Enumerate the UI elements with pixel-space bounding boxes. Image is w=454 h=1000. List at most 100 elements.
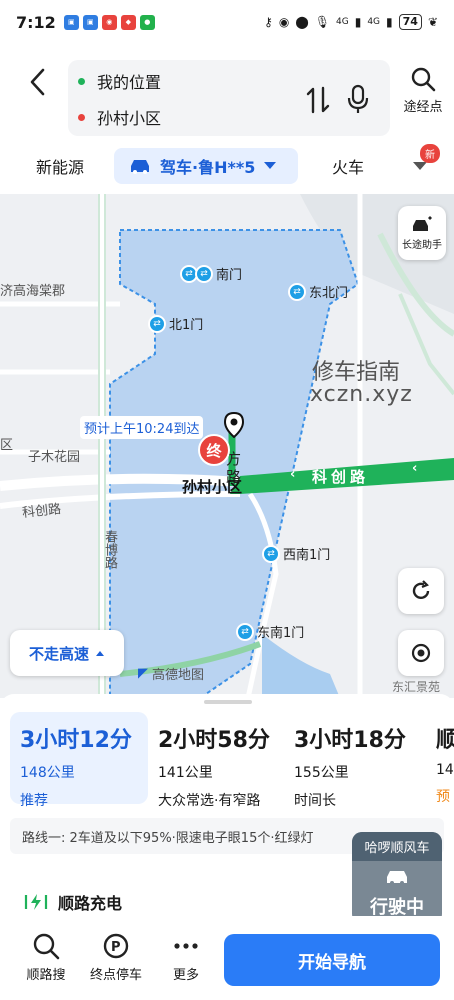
poi-gate[interactable]: ⇄ 东北门 xyxy=(288,282,348,301)
charging-section[interactable]: 顺路充电 xyxy=(24,890,122,914)
status-bar: 7:12 ▣ ▣ ◉ ◆ ● ⚷ ◉ ⬤ 🎙 4G ▮ 4G ▮ 74 ❦ xyxy=(0,0,454,44)
route-distance: 141公里 xyxy=(158,765,213,781)
road-label-kechuang-left: 科创路 xyxy=(21,501,62,521)
route-option[interactable]: 3小时12分 148公里 推荐 xyxy=(10,712,148,809)
poi-gate[interactable]: ⇄ 东南1门 xyxy=(236,622,304,641)
route-option[interactable]: 顺 14 预 xyxy=(426,712,454,804)
origin-dot-icon xyxy=(78,77,85,85)
locate-button[interactable] xyxy=(398,630,444,676)
mic-status-icon: 🎙 xyxy=(314,15,330,29)
parking-icon: P xyxy=(103,933,129,959)
route-box: 我的位置 孙村小区 xyxy=(68,60,390,136)
signal-bars-icon: ▮ xyxy=(354,15,362,29)
route-time: 2小时58分 xyxy=(158,728,270,753)
signal-2-icon: 4G xyxy=(367,17,381,27)
tab-new-energy[interactable]: 新能源 xyxy=(36,148,84,184)
tab-train[interactable]: 火车 xyxy=(332,148,364,184)
charging-icon xyxy=(24,894,48,910)
status-indicators: ⚷ ◉ ⬤ 🎙 4G ▮ 4G ▮ 74 ❦ xyxy=(264,14,438,30)
poi-label: 东南1门 xyxy=(257,626,305,641)
back-arrow-icon xyxy=(30,68,45,96)
route-input-area: 我的位置 孙村小区 途经点 xyxy=(0,52,454,140)
east-area-label: 东汇景苑 xyxy=(392,680,441,694)
transport-mode-bar: 新能源 驾车·鲁H**5 火车 新 xyxy=(0,144,454,186)
no-highway-button[interactable]: 不走高速 xyxy=(10,630,124,676)
battery-indicator: 74 xyxy=(398,14,422,30)
tab-label: 终点停车 xyxy=(89,968,142,983)
destination-parking-button[interactable]: P 终点停车 xyxy=(86,932,146,983)
drag-handle[interactable] xyxy=(204,700,252,704)
route-time: 顺 xyxy=(436,728,454,753)
poi-gate[interactable]: ⇄ 北1门 xyxy=(148,314,203,333)
locate-icon xyxy=(411,643,431,663)
refresh-button[interactable] xyxy=(398,568,444,614)
route-distance: 14 xyxy=(436,762,454,778)
refresh-icon xyxy=(412,580,430,600)
watermark-line2: xczn.xyz xyxy=(310,382,413,407)
route-time: 3小时18分 xyxy=(294,728,406,753)
svg-text:‹: ‹ xyxy=(412,461,417,476)
amap-logo-text: 高德地图 xyxy=(152,668,205,683)
long-trip-helper-button[interactable]: 长途助手 xyxy=(398,206,446,260)
waypoint-button[interactable]: 途经点 xyxy=(398,66,448,115)
swap-button[interactable] xyxy=(306,86,330,114)
more-button[interactable]: 更多 xyxy=(164,932,208,983)
key-icon: ⚷ xyxy=(264,15,273,29)
signal-1-icon: 4G xyxy=(336,17,349,27)
poi-label: 北1门 xyxy=(169,318,204,333)
start-navigation-button[interactable]: 开始导航 xyxy=(224,934,440,986)
signal-bars-icon: ▮ xyxy=(386,15,393,29)
destination-map-label: 孙村小区 xyxy=(182,478,243,496)
svg-text:‹: ‹ xyxy=(290,467,295,482)
app-notification-icon: ◆ xyxy=(120,14,136,30)
car-sparkle-icon xyxy=(413,215,432,231)
drive-tab-label: 驾车·鲁H**5 xyxy=(160,158,256,177)
search-icon xyxy=(33,933,60,960)
location-icon: ⬤ xyxy=(295,15,309,29)
poi-label: 南门 xyxy=(216,268,243,283)
tab-drive[interactable]: 驾车·鲁H**5 xyxy=(114,148,298,184)
new-badge: 新 xyxy=(420,144,440,163)
poi-gate[interactable]: ⇄ ⇄ 南门 xyxy=(180,264,242,283)
route-tag: 推荐 xyxy=(20,793,48,809)
car-icon xyxy=(387,871,407,885)
road-label-chunbo: 春博路 xyxy=(102,530,117,569)
hitch-ride-title: 哈啰顺风车 xyxy=(352,832,442,861)
leaf-icon: ❦ xyxy=(427,15,438,29)
swap-icon xyxy=(306,86,330,114)
app-notification-icon: ▣ xyxy=(63,14,79,30)
destination-dot-icon xyxy=(78,113,85,121)
voice-button[interactable] xyxy=(346,84,370,114)
route-option[interactable]: 3小时18分 155公里 时间长 xyxy=(284,712,424,809)
eta-label: 预计上午10:24到达 xyxy=(80,416,204,439)
poi-gate[interactable]: ⇄ 西南1门 xyxy=(262,544,330,563)
route-tag: 预 xyxy=(436,789,450,804)
more-modes-button[interactable]: 新 xyxy=(412,144,440,184)
destination-text: 孙村小区 xyxy=(97,109,162,128)
gate-icon: ⇄ xyxy=(195,264,213,283)
waypoint-label: 途经点 xyxy=(403,100,443,115)
origin-row[interactable]: 我的位置 xyxy=(78,66,161,96)
origin-text: 我的位置 xyxy=(97,73,162,92)
current-location-icon xyxy=(224,412,244,438)
more-dots-icon xyxy=(174,943,198,949)
map-view[interactable]: ‹ ‹ 长途助手 济高海棠郡 区 子木花园 科创路 春博路 科创路 方 路 修车… xyxy=(0,194,454,698)
route-option[interactable]: 2小时58分 141公里 大众常选·有窄路 xyxy=(148,712,286,809)
road-label-kechuang: 科创路 xyxy=(312,468,370,486)
route-time: 3小时12分 xyxy=(20,728,132,753)
destination-row[interactable]: 孙村小区 xyxy=(78,102,161,132)
route-tag: 时间长 xyxy=(294,793,336,809)
search-along-route-button[interactable]: 顺路搜 xyxy=(22,932,70,983)
microphone-icon xyxy=(347,84,369,113)
tab-label: 顺路搜 xyxy=(26,968,66,983)
destination-marker[interactable]: 终 xyxy=(198,434,230,466)
route-distance: 155公里 xyxy=(294,765,349,781)
hitch-ride-card[interactable]: 哈啰顺风车 行驶中 xyxy=(352,832,442,924)
back-button[interactable] xyxy=(24,66,50,98)
route-tag: 大众常选·有窄路 xyxy=(158,793,261,809)
route-distance: 148公里 xyxy=(20,765,75,781)
garden-label: 子木花园 xyxy=(28,450,81,465)
gate-icon: ⇄ xyxy=(262,544,280,563)
eye-icon: ◉ xyxy=(278,15,290,29)
amap-logo-icon: ◤ xyxy=(138,666,148,681)
